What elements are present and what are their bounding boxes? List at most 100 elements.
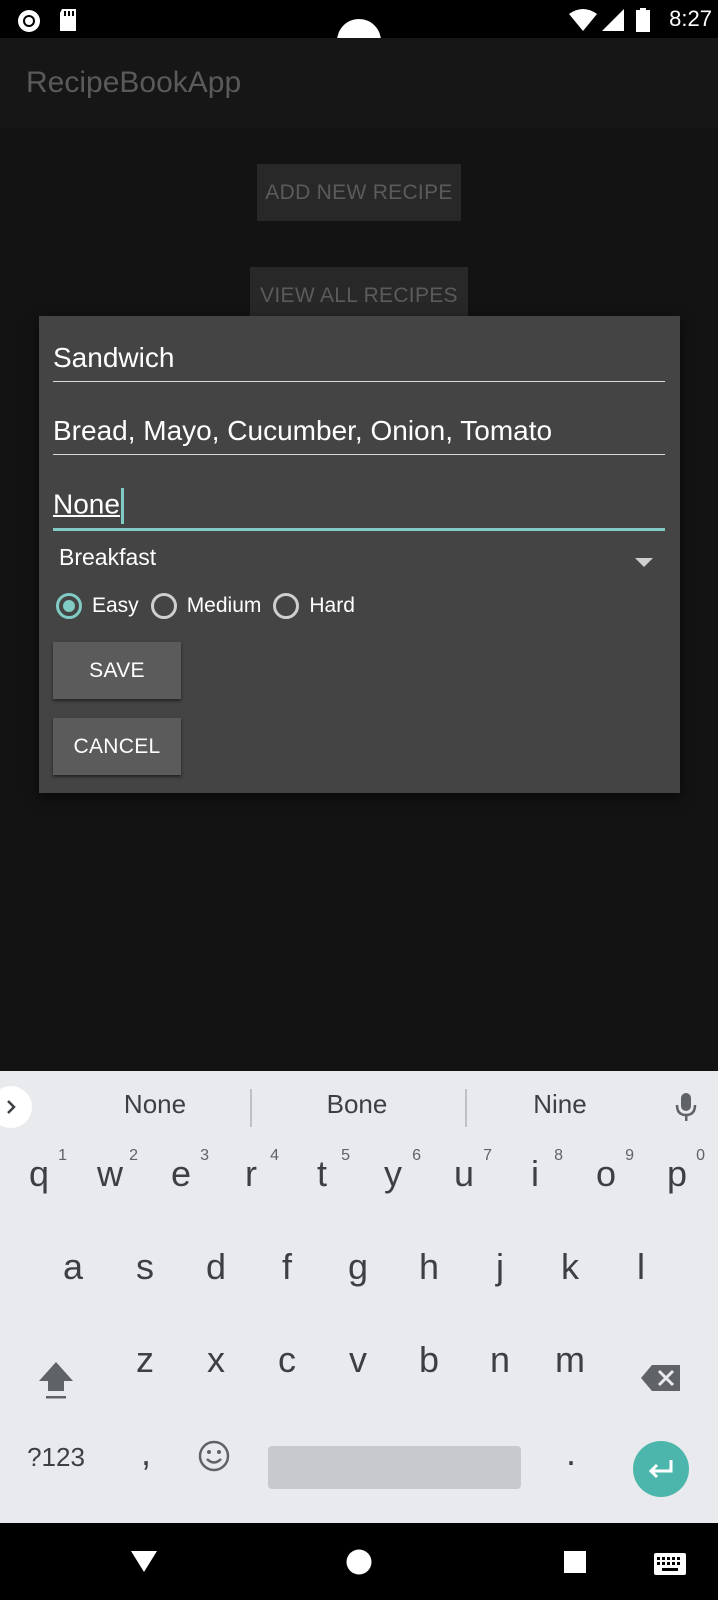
difficulty-hard-label: Hard [309, 594, 355, 617]
key-r[interactable]: r4 [221, 1147, 281, 1195]
save-button[interactable]: SAVE [53, 642, 181, 699]
key-t[interactable]: t5 [292, 1147, 352, 1195]
key-g[interactable]: g [328, 1246, 388, 1288]
wifi-icon [569, 9, 597, 31]
key-hint: 8 [554, 1147, 563, 1164]
period-key[interactable]: . [541, 1432, 601, 1474]
navigation-bar [0, 1523, 718, 1600]
app-title: RecipeBookApp [26, 66, 242, 99]
sd-card-icon [60, 9, 76, 31]
key-u[interactable]: u7 [434, 1147, 494, 1195]
recipe-name-value: Sandwich [53, 342, 175, 373]
backspace-icon[interactable] [640, 1363, 682, 1393]
emoji-icon[interactable] [197, 1439, 231, 1473]
keyboard-switch-icon[interactable] [654, 1553, 686, 1575]
key-h[interactable]: h [399, 1246, 459, 1288]
category-dropdown[interactable]: Breakfast [59, 544, 665, 580]
key-hint: 7 [483, 1147, 492, 1164]
difficulty-easy-label: Easy [92, 594, 139, 617]
key-hint: 6 [412, 1147, 421, 1164]
allergens-field[interactable]: None [53, 488, 665, 531]
signal-icon [602, 9, 624, 31]
key-hint: 3 [200, 1147, 209, 1164]
expand-suggestions-button[interactable] [0, 1086, 32, 1128]
key-label: p [666, 1153, 688, 1194]
key-w[interactable]: w2 [80, 1147, 140, 1195]
field-underline-focused [53, 528, 665, 531]
key-label: i [531, 1153, 539, 1194]
key-hint: 1 [58, 1147, 67, 1164]
key-b[interactable]: b [399, 1339, 459, 1381]
enter-icon [648, 1460, 673, 1479]
comma-key[interactable]: , [116, 1432, 176, 1474]
record-icon [18, 10, 40, 32]
key-hint: 9 [625, 1147, 634, 1164]
suggestion-1[interactable]: None [85, 1089, 225, 1120]
home-circle-icon[interactable] [346, 1549, 372, 1575]
category-selected: Breakfast [59, 544, 157, 570]
difficulty-hard-radio[interactable]: Hard [273, 593, 355, 619]
cancel-button[interactable]: CANCEL [53, 718, 181, 775]
back-triangle-icon[interactable] [130, 1549, 158, 1573]
suggestion-divider [250, 1089, 252, 1127]
key-i[interactable]: i8 [505, 1147, 565, 1195]
add-new-recipe-button: ADD NEW RECIPE [257, 164, 461, 221]
field-underline [53, 453, 665, 455]
key-p[interactable]: p0 [647, 1147, 707, 1195]
difficulty-medium-label: Medium [186, 594, 262, 617]
key-q[interactable]: q1 [9, 1147, 69, 1195]
key-label: u [453, 1153, 475, 1194]
suggestion-3[interactable]: Nine [490, 1089, 630, 1120]
key-k[interactable]: k [540, 1246, 600, 1288]
field-underline [53, 380, 665, 382]
key-hint: 4 [270, 1147, 279, 1164]
screen: 8:27 RecipeBookApp ADD NEW RECIPE VIEW A… [0, 0, 718, 1600]
ingredients-value: Bread, Mayo, Cucumber, Onion, Tomato [53, 415, 553, 446]
key-y[interactable]: y6 [363, 1147, 423, 1195]
key-o[interactable]: o9 [576, 1147, 636, 1195]
difficulty-radio-group: Easy Medium Hard [56, 588, 367, 624]
key-label: o [595, 1153, 617, 1194]
key-c[interactable]: c [257, 1339, 317, 1381]
suggestion-strip: None Bone Nine [0, 1071, 718, 1139]
key-hint: 2 [129, 1147, 138, 1164]
key-label: t [316, 1153, 327, 1194]
key-m[interactable]: m [540, 1339, 600, 1381]
key-d[interactable]: d [186, 1246, 246, 1288]
allergens-value: None [53, 488, 120, 520]
recipe-name-field[interactable]: Sandwich [53, 342, 665, 382]
recents-square-icon[interactable] [563, 1550, 587, 1574]
suggestion-2[interactable]: Bone [287, 1089, 427, 1120]
battery-icon [636, 8, 650, 32]
difficulty-medium-radio[interactable]: Medium [150, 593, 262, 619]
enter-key[interactable] [633, 1441, 689, 1497]
text-cursor [120, 488, 124, 524]
key-z[interactable]: z [115, 1339, 175, 1381]
key-label: w [97, 1153, 123, 1194]
key-label: y [384, 1153, 402, 1194]
space-bar[interactable] [268, 1446, 521, 1489]
key-hint: 5 [341, 1147, 350, 1164]
microphone-icon[interactable] [674, 1091, 698, 1123]
key-l[interactable]: l [611, 1246, 671, 1288]
radio-unchecked-icon [150, 593, 177, 619]
symbols-key[interactable]: ?123 [18, 1442, 94, 1473]
key-f[interactable]: f [257, 1246, 317, 1288]
key-e[interactable]: e3 [151, 1147, 211, 1195]
ingredients-field[interactable]: Bread, Mayo, Cucumber, Onion, Tomato [53, 415, 665, 455]
suggestion-divider [465, 1089, 467, 1127]
app-bar: RecipeBookApp [0, 38, 718, 128]
key-label: e [170, 1153, 192, 1194]
key-n[interactable]: n [470, 1339, 530, 1381]
key-label: q [28, 1153, 50, 1194]
key-x[interactable]: x [186, 1339, 246, 1381]
key-j[interactable]: j [470, 1246, 530, 1288]
allergens-text-wrap: None [53, 488, 124, 524]
key-v[interactable]: v [328, 1339, 388, 1381]
radio-unchecked-icon [273, 593, 300, 619]
difficulty-easy-radio[interactable]: Easy [56, 593, 139, 619]
key-s[interactable]: s [115, 1246, 175, 1288]
key-hint: 0 [696, 1147, 705, 1164]
key-a[interactable]: a [43, 1246, 103, 1288]
shift-icon[interactable] [36, 1359, 76, 1401]
